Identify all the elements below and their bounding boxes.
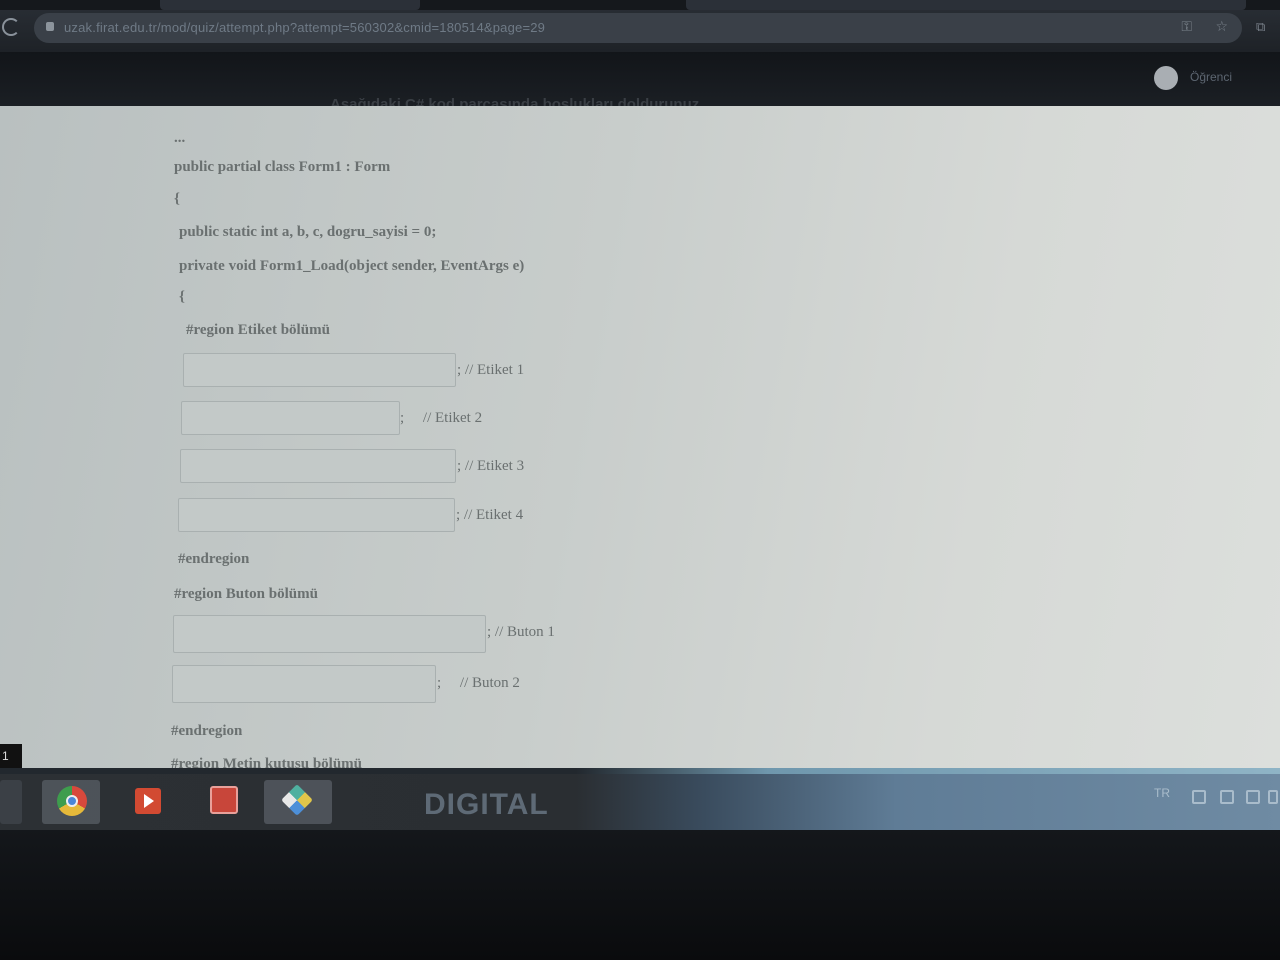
region-textbox-heading: #region Metin kutusu bölümü [171,756,363,768]
label-1-comment: ; // Etiket 1 [457,362,525,378]
chart-app-icon [210,786,238,814]
tray-volume-icon[interactable] [1220,790,1234,804]
open-brace: { [179,289,185,305]
browser-tab[interactable] [160,0,420,10]
language-indicator[interactable]: TR [1154,786,1170,800]
method-signature: private void Form1_Load(object sender, E… [179,258,525,274]
cube-app-icon [281,784,313,816]
taskbar-cube-app[interactable] [264,780,332,824]
region-label-heading: #region Etiket bölümü [186,322,330,338]
label-1-answer-input[interactable] [183,353,456,387]
taskbar: DIGITAL TR [0,768,1280,830]
page-marker[interactable]: 1 [0,744,22,768]
label-4-comment: ; // Etiket 4 [456,507,524,523]
code-comment: ... [174,130,186,146]
label-2-comment: ; // Etiket 2 [400,410,483,426]
field-declaration: public static int a, b, c, dogru_sayisi … [179,224,437,240]
taskbar-chrome[interactable] [42,780,100,824]
label-2-answer-input[interactable] [181,401,400,435]
site-header: Öğrenci Aşağıdaki C# kod parçasında boşl… [0,52,1280,113]
lock-icon[interactable] [46,22,54,31]
endregion-marker: #endregion [178,551,250,567]
taskbar-media-player[interactable] [118,780,176,824]
quiz-question-content: ... public partial class Form1 : Form { … [0,106,1280,768]
label-3-comment: ; // Etiket 3 [457,458,525,474]
extension-icon[interactable]: ⧉ [1256,20,1265,35]
key-icon[interactable]: ⚿ [1181,19,1192,35]
taskbar-chart-app[interactable] [194,780,252,824]
label-4-answer-input[interactable] [178,498,455,532]
browser-toolbar: uzak.firat.edu.tr/mod/quiz/attempt.php?a… [0,0,1280,52]
button-1-answer-input[interactable] [173,615,486,653]
address-bar[interactable]: uzak.firat.edu.tr/mod/quiz/attempt.php?a… [34,13,1242,43]
media-player-icon [135,788,161,814]
star-icon[interactable]: ☆ [1215,19,1228,35]
start-button[interactable] [0,780,22,824]
button-2-answer-input[interactable] [172,665,436,703]
url-text[interactable]: uzak.firat.edu.tr/mod/quiz/attempt.php?a… [64,20,545,35]
monitor-bezel [0,830,1280,960]
user-name[interactable]: Öğrenci [1190,70,1232,84]
taskbar-edge [0,768,1280,774]
avatar[interactable] [1154,66,1178,90]
browser-tab[interactable] [686,0,1246,10]
endregion-marker: #endregion [171,723,243,739]
tab-strip [0,0,1280,10]
wallpaper-text: DIGITAL [424,788,549,821]
tray-battery-icon[interactable] [1246,790,1260,804]
reload-icon[interactable] [2,18,20,36]
region-button-heading: #region Buton bölümü [174,586,318,602]
class-declaration: public partial class Form1 : Form [174,159,391,175]
button-1-comment: ; // Buton 1 [487,624,555,640]
chrome-icon [57,786,87,816]
button-2-comment: ; // Buton 2 [437,675,520,691]
tray-network-icon[interactable] [1192,790,1206,804]
label-3-answer-input[interactable] [180,449,456,483]
show-desktop-icon[interactable] [1268,790,1278,804]
open-brace: { [174,191,180,207]
